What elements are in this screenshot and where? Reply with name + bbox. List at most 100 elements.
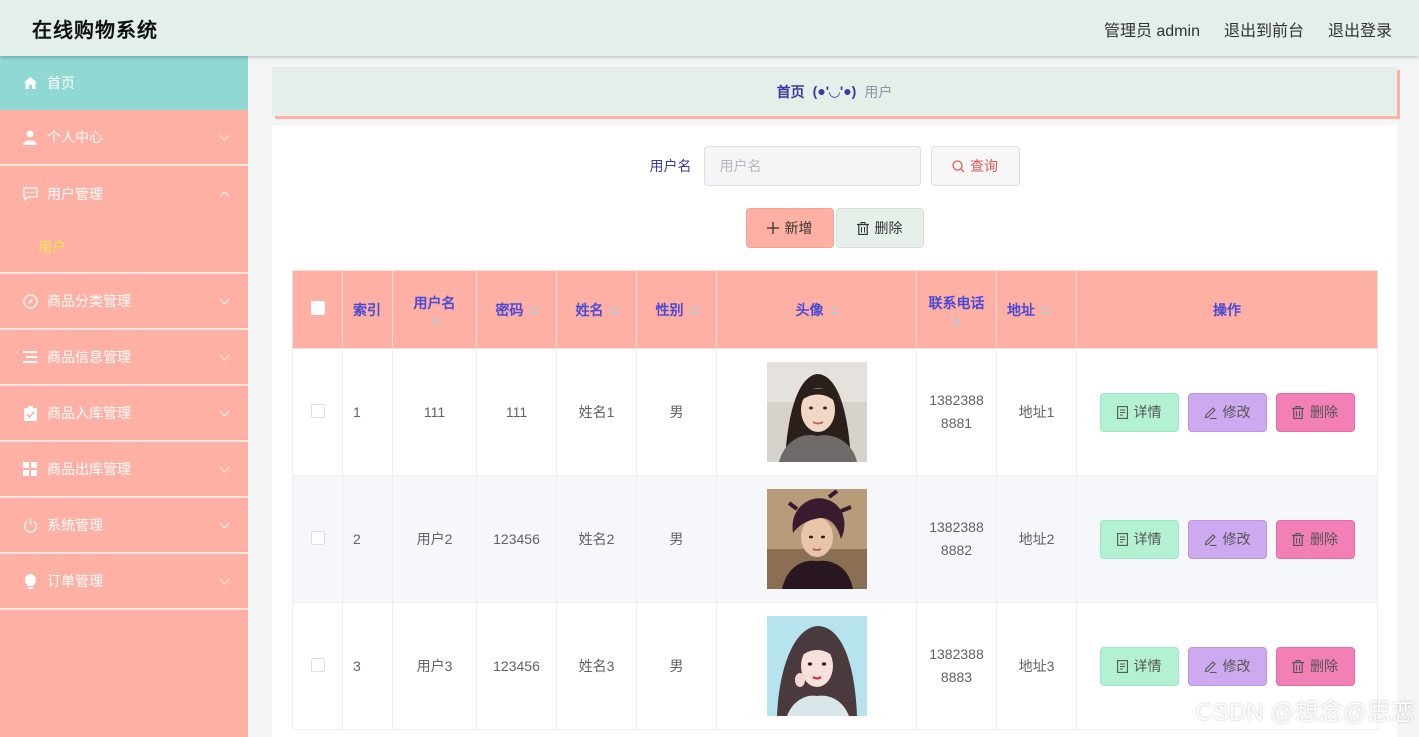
cell-phone: 1382388 8883 (916, 602, 997, 730)
cell-password: 111 (476, 348, 557, 476)
header-phone[interactable]: 联系电话 (916, 270, 997, 349)
delete-button[interactable]: 删除 (1275, 646, 1355, 686)
trash-icon (856, 221, 869, 235)
avatar-image[interactable] (766, 362, 867, 462)
header-address[interactable]: 地址 (996, 270, 1077, 349)
top-header: 在线购物系统 管理员 admin 退出到前台 退出登录 (0, 0, 1419, 56)
sidebar-item-product-info-management[interactable]: 商品信息管理 (0, 330, 248, 386)
sort-icon[interactable] (1041, 305, 1049, 316)
header-name[interactable]: 姓名 (556, 270, 637, 349)
header-index: 索引 (342, 270, 393, 349)
detail-button[interactable]: 详情 (1099, 519, 1179, 559)
header-operations: 操作 (1076, 270, 1378, 349)
header-gender[interactable]: 性别 (636, 270, 717, 349)
sidebar-subitem-user[interactable]: 用户 (0, 222, 248, 272)
document-icon (1116, 532, 1128, 546)
edit-icon (1204, 660, 1216, 673)
header-avatar[interactable]: 头像 (716, 270, 917, 349)
sort-icon[interactable] (952, 316, 961, 327)
cell-operations: 详情 修改 删除 (1076, 348, 1378, 476)
header-password[interactable]: 密码 (476, 270, 557, 349)
edit-button[interactable]: 修改 (1187, 519, 1267, 559)
logout-link[interactable]: 退出登录 (1328, 17, 1392, 41)
sort-icon[interactable] (689, 305, 698, 316)
power-icon (22, 517, 38, 533)
select-all-cell (292, 270, 343, 349)
sidebar-item-category-management[interactable]: 商品分类管理 (0, 274, 248, 330)
sidebar-item-order-management[interactable]: 订单管理 (0, 554, 248, 610)
cell-phone: 1382388 8882 (916, 475, 997, 603)
query-button[interactable]: 查询 (930, 146, 1020, 186)
cell-password: 123456 (476, 475, 557, 603)
sidebar-item-home[interactable]: 首页 (0, 56, 248, 110)
avatar-image[interactable] (766, 489, 867, 589)
table-row: 1 111 111 姓名1 男 1382388 8881 地址1 详情 修改 删… (292, 348, 1378, 476)
sidebar-item-label: 商品出库管理 (47, 461, 131, 477)
edit-icon (1204, 406, 1216, 419)
cell-index: 2 (342, 475, 393, 603)
cell-operations: 详情 修改 删除 (1076, 475, 1378, 603)
add-button-label: 新增 (784, 220, 813, 236)
cell-avatar (716, 602, 917, 730)
admin-label[interactable]: 管理员 admin (1104, 17, 1200, 41)
front-page-link[interactable]: 退出到前台 (1224, 17, 1304, 41)
add-button[interactable]: 新增 (745, 208, 834, 248)
chat-icon (22, 186, 38, 202)
row-select-cell (292, 475, 343, 603)
chevron-down-icon (219, 130, 230, 141)
cell-index: 1 (342, 348, 393, 476)
sidebar-item-stock-out-management[interactable]: 商品出库管理 (0, 442, 248, 498)
search-form: 用户名 查询 (272, 146, 1397, 186)
chevron-down-icon (219, 294, 230, 305)
sidebar-item-user-management[interactable]: 用户管理 (0, 166, 248, 222)
delete-button[interactable]: 删除 (1275, 519, 1355, 559)
select-all-checkbox[interactable] (310, 301, 325, 315)
detail-button[interactable]: 详情 (1099, 392, 1179, 432)
username-search-input[interactable] (703, 146, 921, 186)
detail-button[interactable]: 详情 (1099, 646, 1179, 686)
trash-icon (1292, 405, 1304, 419)
sort-icon[interactable] (430, 316, 439, 327)
cell-name: 姓名3 (556, 602, 637, 730)
sidebar-item-label: 商品分类管理 (47, 293, 131, 309)
cell-username: 用户3 (392, 602, 477, 730)
header-links: 管理员 admin 退出到前台 退出登录 (1104, 17, 1392, 41)
cell-index: 3 (342, 602, 393, 730)
avatar-image[interactable] (766, 616, 867, 716)
cell-address: 地址2 (996, 475, 1077, 603)
cell-avatar (716, 475, 917, 603)
delete-button[interactable]: 删除 (1275, 392, 1355, 432)
cell-username: 111 (392, 348, 477, 476)
sidebar-item-label: 个人中心 (47, 129, 103, 145)
sort-icon[interactable] (609, 305, 618, 316)
row-checkbox[interactable] (310, 657, 325, 672)
chevron-down-icon (219, 462, 230, 473)
sidebar-item-label: 商品信息管理 (47, 349, 131, 365)
sort-icon[interactable] (529, 305, 538, 316)
breadcrumb-home[interactable]: 首页 (777, 82, 805, 102)
sort-icon[interactable] (829, 305, 838, 316)
edit-button[interactable]: 修改 (1187, 392, 1267, 432)
list-icon (22, 349, 38, 365)
sidebar-group-user-management: 用户管理 用户 (0, 166, 248, 274)
cell-password: 123456 (476, 602, 557, 730)
row-checkbox[interactable] (310, 403, 325, 418)
row-checkbox[interactable] (310, 530, 325, 545)
search-label: 用户名 (649, 158, 692, 174)
home-icon (22, 75, 38, 91)
sidebar-item-system-management[interactable]: 系统管理 (0, 498, 248, 554)
bulb-icon (22, 573, 38, 589)
cell-name: 姓名1 (556, 348, 637, 476)
breadcrumb-separator: (●'◡'●) (812, 83, 857, 99)
sidebar-item-personal-center[interactable]: 个人中心 (0, 110, 248, 166)
trash-icon (1292, 659, 1304, 673)
batch-delete-button[interactable]: 删除 (835, 208, 924, 248)
query-button-label: 查询 (970, 158, 998, 174)
watermark: CSDN @想念@思恋 (1195, 699, 1415, 726)
header-username[interactable]: 用户名 (392, 270, 477, 349)
edit-button[interactable]: 修改 (1187, 646, 1267, 686)
sidebar-item-label: 用户管理 (47, 186, 103, 202)
sidebar-item-stock-in-management[interactable]: 商品入库管理 (0, 386, 248, 442)
document-icon (1116, 405, 1128, 419)
cell-phone: 1382388 8881 (916, 348, 997, 476)
